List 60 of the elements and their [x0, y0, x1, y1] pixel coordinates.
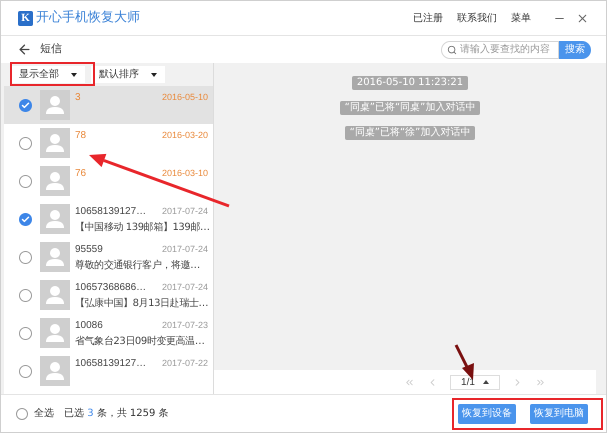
message-date: 2017-07-22	[162, 357, 208, 370]
menu-link[interactable]: 联系我们	[457, 10, 497, 26]
radio[interactable]	[19, 174, 32, 188]
message-date: 2017-07-23	[162, 319, 208, 332]
radio[interactable]	[19, 364, 32, 378]
first-page-icon[interactable]	[404, 376, 415, 388]
check-icon	[21, 214, 30, 224]
message-date: 2016-03-20	[162, 129, 208, 142]
contact-name: 10086	[75, 319, 103, 333]
avatar-icon	[40, 166, 70, 196]
app-logo: K	[18, 10, 33, 26]
search-field[interactable]: 请输入要查找的内容	[441, 40, 559, 58]
contact-name: 10658139127…	[75, 357, 146, 371]
page-title: 短信	[40, 41, 62, 58]
select-all-label[interactable]: 全选	[34, 406, 54, 421]
avatar-icon	[40, 90, 70, 120]
system-message: “同桌”已将“同桌”加入对话中	[340, 101, 480, 115]
radio[interactable]	[19, 326, 32, 340]
radio[interactable]	[19, 136, 32, 150]
caret-up-icon	[482, 380, 489, 384]
contact-name: 78	[75, 129, 86, 143]
avatar-icon	[40, 204, 70, 234]
filter-dropdown[interactable]: 显示全部	[11, 66, 85, 83]
message-date: 2016-05-10	[162, 91, 208, 104]
contact-name: 76	[75, 167, 86, 181]
menu-link[interactable]: 已注册	[413, 10, 443, 26]
selection-status: 已选 3 条，共 1259 条	[64, 406, 169, 421]
dropdown-caret-icon	[71, 72, 77, 76]
contact-name: 95559	[75, 243, 103, 257]
message-preview: 省气象台23日09时变更高温…	[75, 335, 206, 348]
radio[interactable]	[16, 408, 28, 420]
avatar-icon	[40, 128, 70, 158]
avatar-icon	[40, 318, 70, 348]
message-date: 2017-07-24	[162, 205, 208, 218]
app-title: 开心手机恢复大师	[36, 9, 140, 28]
last-page-icon[interactable]	[535, 376, 546, 388]
dropdown-caret-icon	[151, 72, 157, 76]
checked-radio[interactable]	[19, 98, 32, 112]
system-message: “同桌”已将“徐”加入对话中	[344, 126, 476, 140]
close-icon[interactable]	[576, 12, 589, 24]
contact-name: 10657368686…	[75, 281, 146, 295]
message-preview: 【弘康中国】8月13日赴瑞士…	[75, 297, 208, 310]
system-message: 2016-05-10 11:23:21	[352, 76, 468, 90]
message-preview: 尊敬的交通银行客户，将邀…	[75, 259, 201, 272]
message-date: 2017-07-24	[162, 281, 208, 294]
filter-dropdown[interactable]: 默认排序	[91, 66, 165, 83]
message-date: 2016-03-10	[162, 167, 208, 180]
avatar-icon	[40, 280, 70, 310]
contact-name: 3	[75, 91, 81, 105]
message-preview: 【中国移动 139邮箱】139邮…	[75, 221, 208, 234]
menu-link[interactable]: 菜单	[511, 10, 531, 26]
avatar-icon	[40, 242, 70, 272]
search-icon	[447, 44, 457, 54]
radio[interactable]	[19, 250, 32, 264]
message-date: 2017-07-24	[162, 243, 208, 256]
radio[interactable]	[19, 288, 32, 302]
contact-name: 10658139127…	[75, 205, 146, 219]
avatar-icon	[40, 356, 70, 386]
check-icon	[21, 100, 30, 110]
checked-radio[interactable]	[19, 212, 32, 226]
